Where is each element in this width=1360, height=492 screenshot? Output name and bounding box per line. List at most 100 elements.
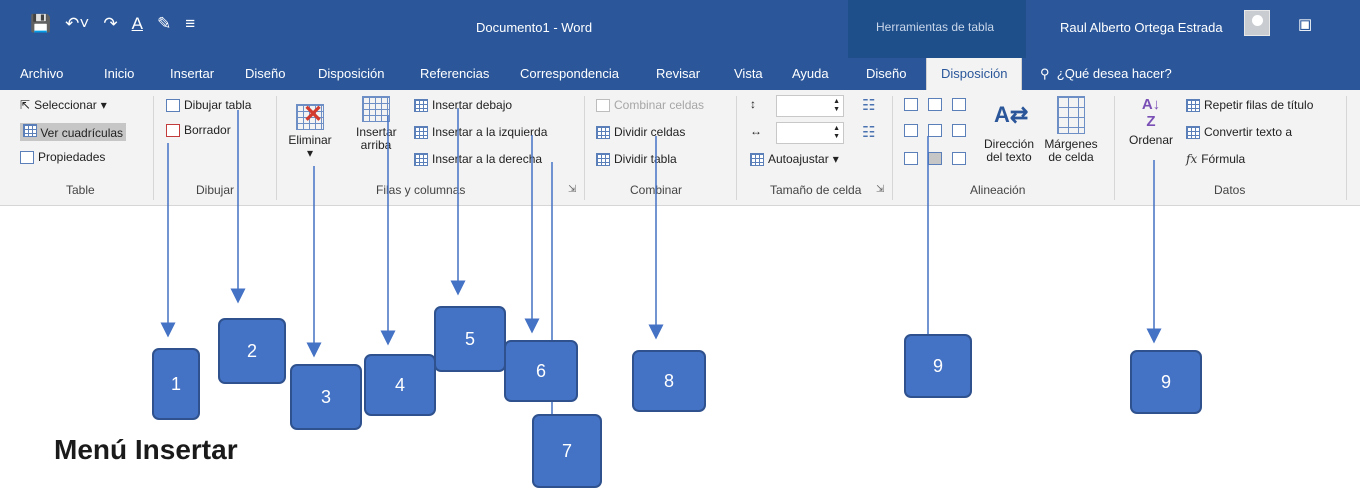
callout-4: 4 (364, 354, 436, 416)
column-width-icon: ↔ (750, 124, 762, 138)
dialog-launcher-icon[interactable]: ⇲ (568, 184, 576, 195)
callout-9b: 9 (1130, 350, 1202, 414)
formula-fx-icon: fx (1186, 152, 1198, 166)
contextual-tab-title: Herramientas de tabla (876, 20, 995, 34)
callout-1: 1 (152, 348, 200, 420)
merge-cells-button[interactable]: Combinar celdas (596, 98, 704, 112)
group-label-data: Datos (1214, 183, 1246, 197)
font-color-icon[interactable]: A (132, 14, 143, 34)
gridlines-icon (23, 124, 37, 137)
split-table-icon (596, 152, 610, 166)
split-table-button[interactable]: Dividir tabla (596, 152, 677, 166)
tab-insertar[interactable]: Insertar (170, 66, 214, 81)
repeat-header-rows-button[interactable]: Repetir filas de título (1186, 98, 1313, 112)
redo-icon[interactable]: ↷ (103, 14, 117, 34)
sort-az-icon: A↓ Z (1141, 96, 1161, 130)
group-separator (584, 96, 585, 200)
quick-access-toolbar: 💾 ↶˅ ↷ A ✎ ≡ (30, 14, 195, 34)
delete-table-icon: ✕ (296, 103, 324, 130)
tab-referencias[interactable]: Referencias (420, 66, 489, 81)
align-bottom-left-button[interactable] (904, 152, 918, 165)
insert-left-button[interactable]: Insertar a la izquierda (414, 125, 547, 139)
align-top-center-button[interactable] (928, 98, 942, 111)
chevron-down-icon: ▾ (100, 98, 107, 112)
tell-me-search[interactable]: ⚲ ¿Qué desea hacer? (1040, 66, 1172, 82)
align-bottom-right-button[interactable] (952, 152, 966, 165)
tab-diseno[interactable]: Diseño (245, 66, 285, 81)
cursor-icon: ⇱ (20, 98, 31, 112)
tab-vista[interactable]: Vista (734, 66, 763, 81)
view-gridlines-button[interactable]: Ver cuadrículas (20, 123, 127, 141)
user-name[interactable]: Raul Alberto Ortega Estrada (1060, 20, 1223, 35)
callout-3: 3 (290, 364, 362, 430)
group-label-cell-size: Tamaño de celda (770, 183, 862, 197)
repeat-header-icon (1186, 98, 1200, 112)
align-center-right-button[interactable] (952, 124, 966, 137)
convert-text-icon (1186, 125, 1200, 139)
tab-correspondencia[interactable]: Correspondencia (520, 66, 619, 81)
chevron-down-icon: ▾ (306, 146, 314, 160)
insert-above-label-2: arriba (360, 138, 392, 152)
view-gridlines-toggle: Ver cuadrículas (20, 123, 127, 141)
ribbon-display-options-icon[interactable]: ▣ (1298, 15, 1312, 33)
insert-right-label: Insertar a la derecha (432, 152, 543, 166)
dialog-launcher-icon[interactable]: ⇲ (876, 184, 884, 195)
column-width-input[interactable]: ▲ ▼ (776, 122, 844, 144)
split-cells-button[interactable]: Dividir celdas (596, 125, 685, 139)
merge-cells-label: Combinar celdas (614, 98, 705, 112)
cell-margins-icon (1057, 96, 1085, 134)
tab-table-diseno[interactable]: Diseño (866, 66, 906, 81)
insert-above-button[interactable]: Insertar arriba (356, 96, 397, 152)
tab-disposicion[interactable]: Disposición (318, 66, 384, 81)
tab-revisar[interactable]: Revisar (656, 66, 700, 81)
tab-ayuda[interactable]: Ayuda (792, 66, 829, 81)
save-icon[interactable]: 💾 (30, 14, 51, 34)
tab-inicio[interactable]: Inicio (104, 66, 134, 81)
properties-label: Propiedades (38, 150, 106, 164)
insert-right-button[interactable]: Insertar a la derecha (414, 152, 542, 166)
group-label-draw: Dibujar (196, 183, 235, 197)
cell-margins-button[interactable]: Márgenes de celda (1040, 96, 1102, 164)
callout-6: 6 (504, 340, 578, 402)
autofit-button[interactable]: Autoajustar ▾ (750, 152, 839, 166)
delete-button[interactable]: ✕ Eliminar ▾ (284, 103, 336, 160)
customize-qat-icon[interactable]: ≡ (185, 14, 195, 34)
group-separator (1346, 96, 1347, 200)
undo-icon[interactable]: ↶˅ (65, 14, 89, 34)
properties-button[interactable]: Propiedades (20, 150, 105, 164)
insert-below-icon (414, 98, 428, 112)
cell-margins-label-1: Márgenes (1044, 137, 1098, 151)
convert-to-text-button[interactable]: Convertir texto a (1186, 125, 1292, 139)
formula-button[interactable]: fx Fórmula (1186, 152, 1245, 166)
align-center-button[interactable] (928, 124, 942, 137)
insert-right-icon (414, 152, 428, 166)
row-height-input[interactable]: ▲ ▼ (776, 95, 844, 117)
distribute-columns-icon[interactable]: ☷ (862, 123, 875, 141)
align-top-right-button[interactable] (952, 98, 966, 111)
distribute-rows-icon[interactable]: ☷ (862, 96, 875, 114)
eraser-button[interactable]: Borrador (166, 123, 231, 137)
group-separator (1114, 96, 1115, 200)
callout-9a: 9 (904, 334, 972, 398)
tab-table-disposicion[interactable]: Disposición (926, 58, 1023, 90)
page-heading: Menú Insertar (54, 434, 238, 465)
draw-table-icon[interactable]: ✎ (157, 14, 171, 34)
align-center-left-button[interactable] (904, 124, 918, 137)
text-direction-button[interactable]: A⇄ Dirección del texto (978, 96, 1040, 164)
group-label-rows-columns: Filas y columnas (376, 183, 466, 197)
document-title: Documento1 - Word (476, 20, 593, 35)
tab-archivo[interactable]: Archivo (20, 66, 63, 81)
draw-table-button[interactable]: Dibujar tabla (166, 98, 251, 112)
properties-icon (20, 150, 34, 164)
insert-above-label-1: Insertar (356, 125, 397, 139)
sort-button[interactable]: A↓ Z Ordenar (1122, 96, 1180, 147)
sort-label: Ordenar (1128, 133, 1174, 147)
align-top-left-button[interactable] (904, 98, 918, 111)
avatar[interactable] (1244, 10, 1270, 36)
select-button[interactable]: ⇱ Seleccionar ▾ (20, 98, 107, 112)
group-separator (892, 96, 893, 200)
align-bottom-center-button[interactable] (928, 152, 942, 165)
insert-below-button[interactable]: Insertar debajo (414, 98, 512, 112)
convert-text-label: Convertir texto a (1204, 125, 1293, 139)
select-label: Seleccionar (34, 98, 97, 112)
